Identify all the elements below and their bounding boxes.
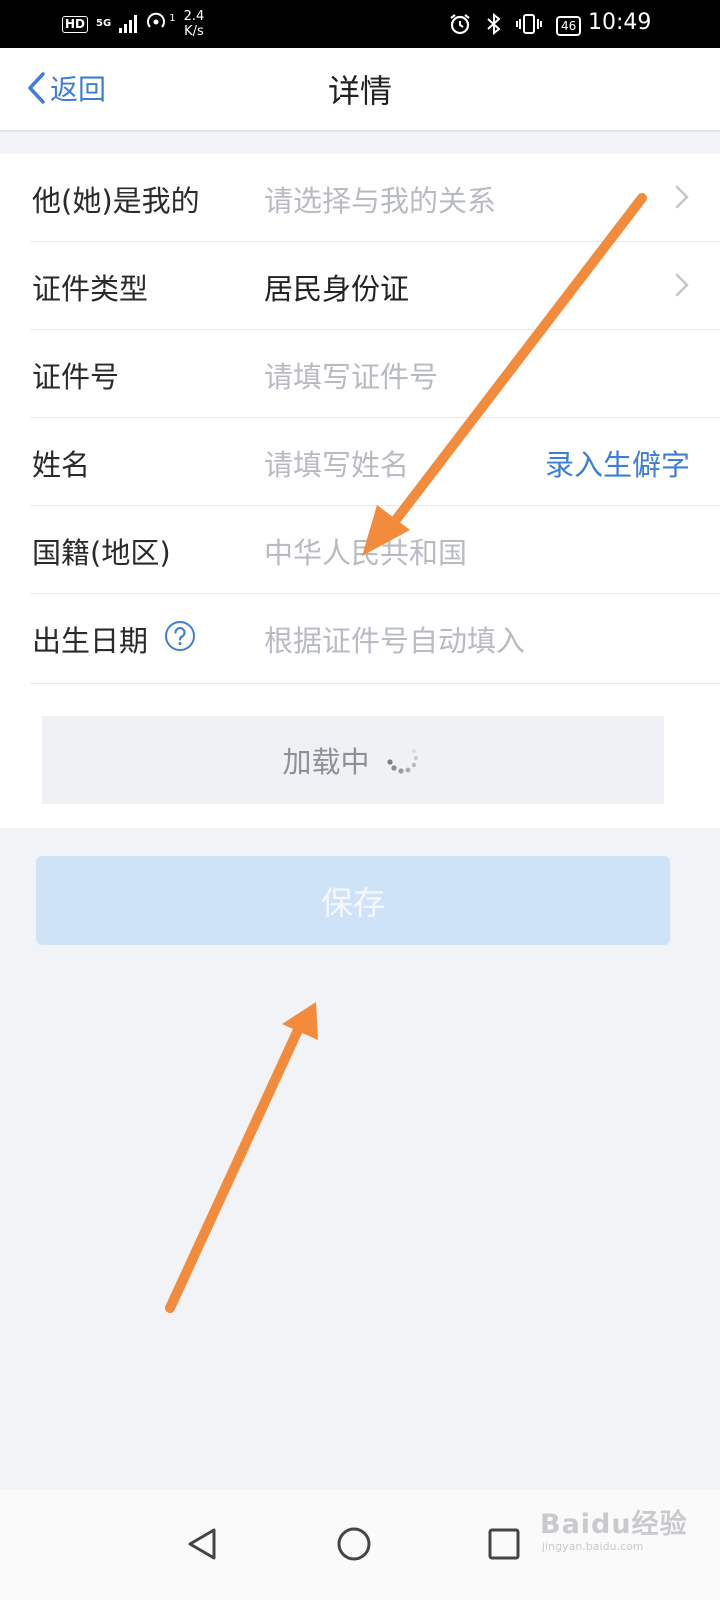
form-card: 他(她)是我的 请选择与我的关系 证件类型 居民身份证 证件号 请填写证件号 姓…	[0, 154, 720, 828]
name-input[interactable]: 请填写姓名	[264, 442, 409, 484]
page-title: 详情	[327, 72, 392, 110]
id-number-input[interactable]: 请填写证件号	[264, 354, 438, 396]
loading-spinner-icon	[386, 749, 418, 774]
loading-indicator: 加载中	[42, 716, 664, 804]
question-circle-icon[interactable]	[164, 620, 196, 652]
row-label: 出生日期	[32, 624, 149, 658]
annotation-arrow-lower	[165, 1002, 318, 1313]
battery-icon: 46	[556, 16, 582, 36]
status-bar: HD 5G 1 2.4 K/s 46 10:49	[0, 0, 720, 48]
alarm-icon	[448, 12, 472, 40]
loading-text: 加载中	[282, 745, 370, 779]
row-label: 他(她)是我的	[32, 184, 200, 218]
nationality-value: 中华人民共和国	[264, 536, 468, 570]
triangle-back-icon[interactable]	[182, 1522, 226, 1566]
relationship-select[interactable]: 请选择与我的关系	[264, 178, 496, 220]
hd-badge: HD	[62, 15, 89, 33]
row-label: 证件类型	[32, 272, 149, 306]
save-button[interactable]: 保存	[36, 856, 670, 945]
bluetooth-icon	[486, 12, 502, 40]
network-type: 5G	[96, 18, 112, 29]
speed-unit: K/s	[184, 24, 204, 39]
baidu-watermark: Baidu经验 jingyan.baidu.com	[540, 1500, 710, 1566]
nationality-row: 国籍(地区) 中华人民共和国	[30, 506, 720, 594]
watermark-sub: jingyan.baidu.com	[542, 1540, 644, 1553]
id-type-select[interactable]: 居民身份证	[264, 266, 409, 308]
id-type-row[interactable]: 证件类型 居民身份证	[30, 242, 720, 330]
name-row: 姓名 请填写姓名 录入生僻字	[30, 418, 720, 506]
hotspot-count: 1	[169, 12, 176, 24]
row-label: 姓名	[32, 448, 91, 482]
chevron-right-icon	[675, 185, 689, 209]
status-left-group: HD 5G 1 2.4 K/s	[62, 0, 204, 48]
watermark-main: Baidu经验	[540, 1509, 688, 1540]
relationship-row[interactable]: 他(她)是我的 请选择与我的关系	[30, 154, 720, 242]
rare-character-link[interactable]: 录入生僻字	[545, 442, 690, 484]
status-right-group: 46	[448, 12, 582, 40]
row-label: 证件号	[32, 360, 120, 394]
hotspot-icon	[145, 11, 167, 37]
circle-home-icon[interactable]	[332, 1522, 376, 1566]
birth-date-row: 出生日期 根据证件号自动填入	[30, 594, 720, 684]
speed-value: 2.4	[183, 9, 205, 24]
chevron-right-icon	[675, 273, 689, 297]
clock: 10:49	[588, 10, 652, 35]
square-recent-icon[interactable]	[482, 1522, 526, 1566]
nav-bar: 返回 详情	[0, 48, 720, 132]
signal-icon	[119, 15, 138, 33]
birth-date-value: 根据证件号自动填入	[264, 624, 526, 658]
vibrate-icon	[516, 13, 542, 39]
network-speed: 2.4 K/s	[184, 9, 205, 39]
id-number-row: 证件号 请填写证件号	[30, 330, 720, 418]
row-label: 国籍(地区)	[32, 536, 171, 570]
